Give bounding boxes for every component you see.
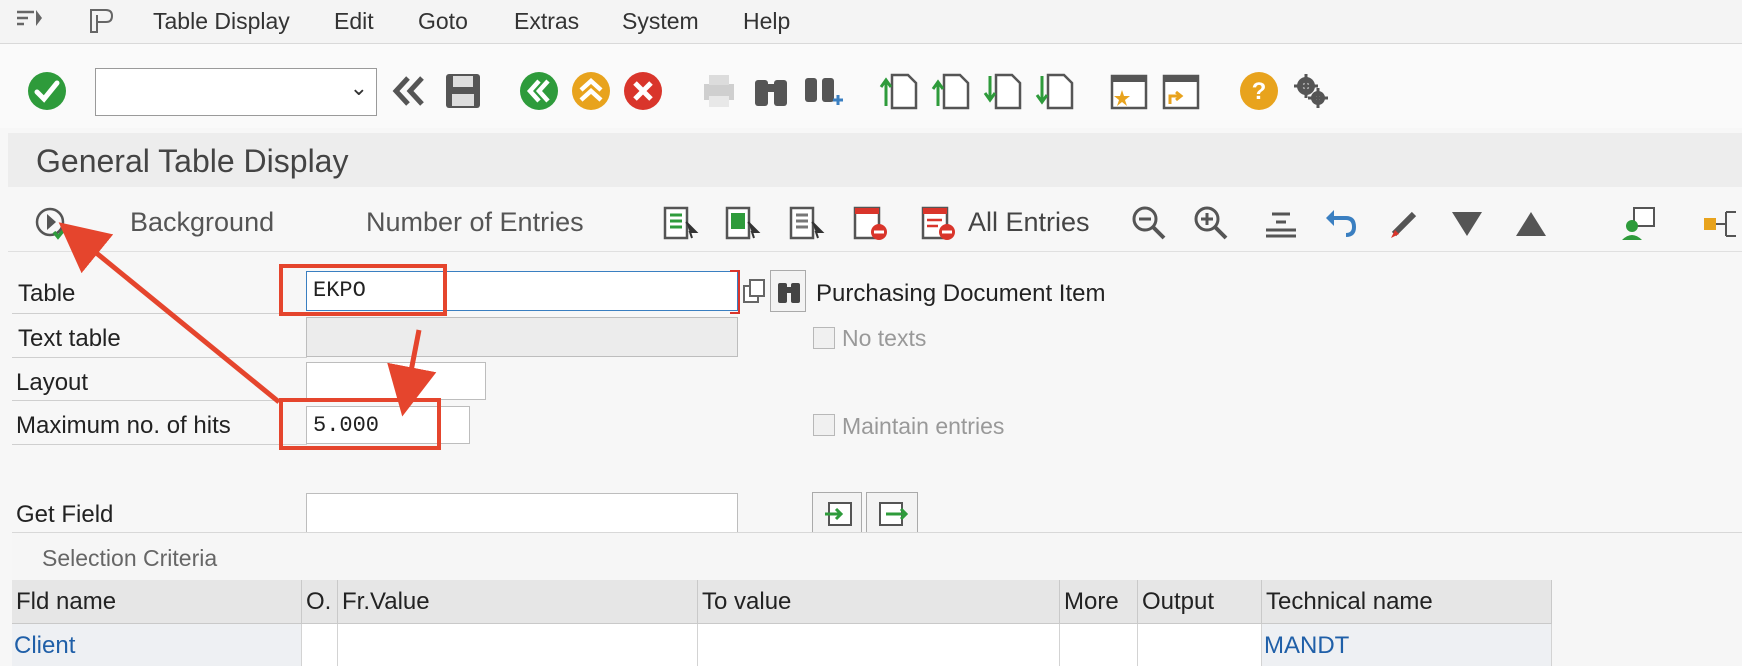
annotation-arrows xyxy=(58,222,437,417)
arrow-to-execute xyxy=(58,222,281,404)
arrow-down xyxy=(387,329,437,417)
